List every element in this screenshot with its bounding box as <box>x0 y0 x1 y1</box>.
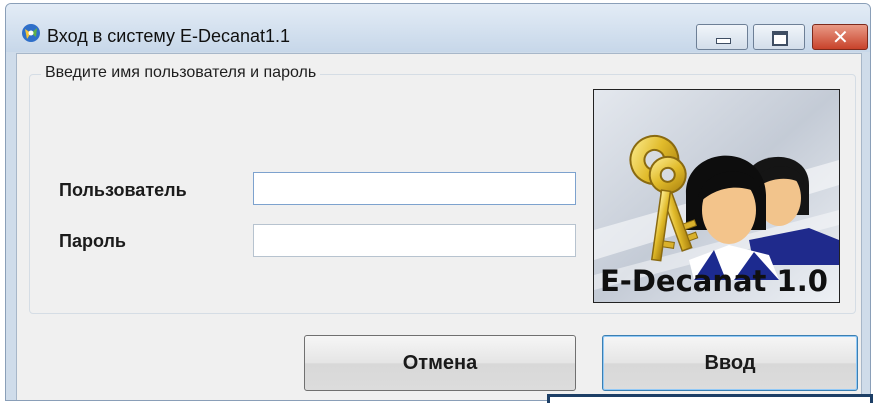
minimize-icon <box>716 38 731 44</box>
window-title: Вход в систему E-Decanat1.1 <box>47 26 291 46</box>
maximize-button[interactable] <box>753 24 805 50</box>
close-icon: ✕ <box>832 25 849 49</box>
login-button[interactable]: Ввод <box>602 335 858 391</box>
e-decanat-logo: E-Decanat 1.0 <box>593 89 840 303</box>
title-bar[interactable]: Вход в систему E-Decanat1.1 ✕ <box>6 4 870 52</box>
user-label: Пользователь <box>59 180 187 200</box>
password-input[interactable] <box>253 224 576 257</box>
credentials-group-label: Введите имя пользователя и пароль <box>41 64 321 82</box>
maximize-icon <box>772 31 788 46</box>
logo-text: E-Decanat 1.0 <box>600 264 828 298</box>
login-window: Вход в систему E-Decanat1.1 ✕ Введите им… <box>5 3 871 401</box>
app-icon <box>22 24 40 42</box>
password-label: Пароль <box>59 231 126 251</box>
dialog-client-area: Введите имя пользователя и пароль Пользо… <box>16 53 862 400</box>
username-input[interactable] <box>253 172 576 205</box>
selection-rectangle <box>547 394 873 403</box>
minimize-button[interactable] <box>696 24 748 50</box>
close-button[interactable]: ✕ <box>812 24 868 50</box>
cancel-button[interactable]: Отмена <box>304 335 576 391</box>
